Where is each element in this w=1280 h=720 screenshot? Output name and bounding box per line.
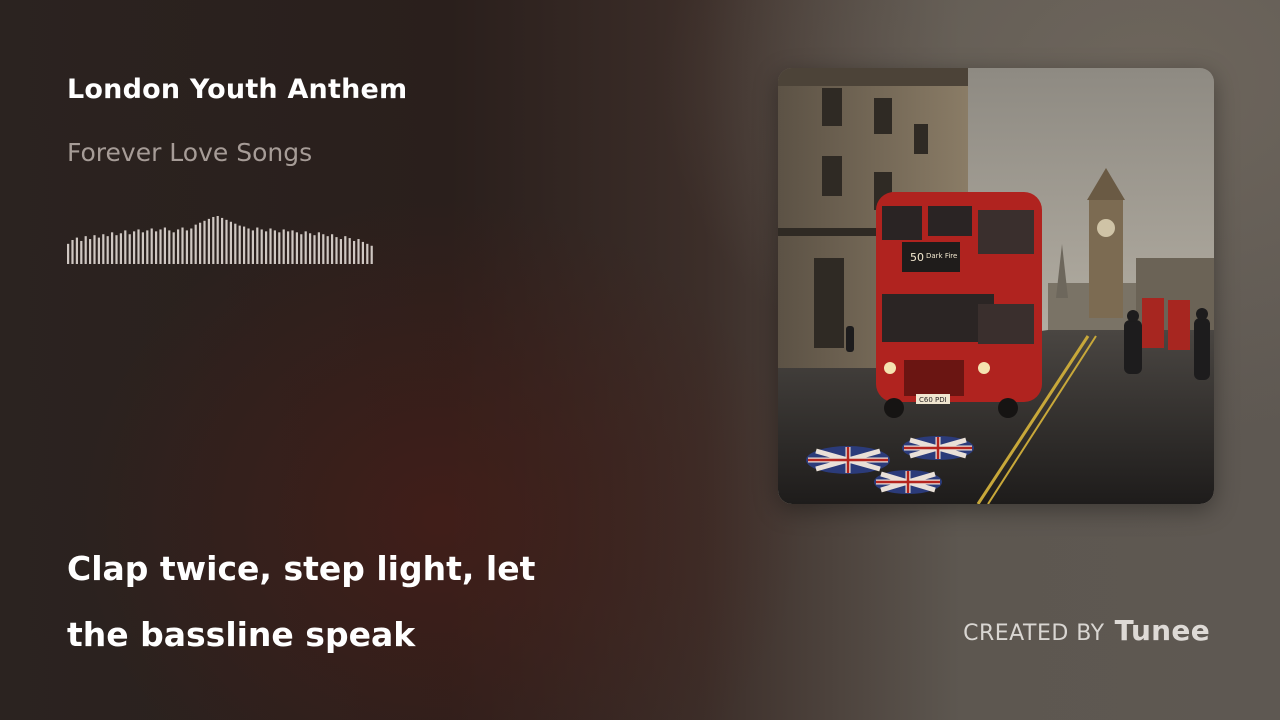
waveform-bar <box>313 235 316 264</box>
waveform-bar <box>146 230 149 264</box>
waveform-bar <box>304 231 307 264</box>
bus-route-number: 50 <box>910 251 924 264</box>
waveform-bar <box>317 232 320 264</box>
waveform-bar <box>339 239 342 264</box>
waveform-bar <box>115 235 118 264</box>
waveform-bar <box>234 223 237 264</box>
waveform-bar <box>185 230 188 264</box>
waveform-bar <box>93 235 96 264</box>
waveform-bar <box>287 231 290 264</box>
waveform-bar <box>357 239 360 264</box>
waveform-bar <box>97 237 100 264</box>
waveform-bar <box>199 222 202 264</box>
waveform-bar <box>128 234 131 264</box>
waveform-bar <box>344 236 347 264</box>
waveform-bar <box>278 232 281 264</box>
bus-destination: Dark Fire <box>926 252 957 260</box>
waveform-bar <box>335 237 338 264</box>
waveform-bar <box>291 230 294 264</box>
waveform-bar <box>216 216 219 264</box>
waveform-bar <box>155 231 158 264</box>
waveform-bar <box>295 232 298 264</box>
waveform-bar <box>181 227 184 264</box>
waveform-bar <box>353 240 356 264</box>
waveform-bar <box>348 238 351 264</box>
waveform-bar <box>212 216 215 264</box>
created-by-credit: CREATED BY Tunee <box>963 614 1210 647</box>
waveform-bar <box>273 230 276 264</box>
waveform-bar <box>366 243 369 264</box>
audio-waveform <box>67 216 373 264</box>
waveform-bar <box>163 227 166 264</box>
waveform-bar <box>229 221 232 264</box>
brand-logo: Tunee <box>1114 614 1210 647</box>
waveform-bar <box>260 229 263 264</box>
lyrics-panel: Clap twice, step light, let the bassline… <box>67 536 627 668</box>
lyric-line-next: the bassline speak <box>67 615 416 654</box>
waveform-bar <box>71 240 74 264</box>
waveform-bar <box>203 220 206 264</box>
waveform-bar <box>102 234 105 264</box>
waveform-bar <box>133 231 136 264</box>
waveform-bar <box>265 231 268 264</box>
track-title: London Youth Anthem <box>67 74 408 105</box>
waveform-bar <box>300 234 303 264</box>
waveform-bar <box>67 243 70 264</box>
waveform-bar <box>106 236 109 264</box>
waveform-bar <box>322 234 325 264</box>
waveform-bar <box>137 229 140 264</box>
waveform-bar <box>194 224 197 264</box>
waveform-bar <box>168 230 171 264</box>
waveform-bar <box>243 226 246 264</box>
waveform-bar <box>84 236 87 264</box>
created-by-label: CREATED BY <box>963 621 1105 646</box>
waveform-bar <box>331 234 334 264</box>
waveform-bar <box>159 229 162 264</box>
waveform-bar <box>269 228 272 264</box>
waveform-bar <box>124 230 127 264</box>
waveform-bar <box>190 228 193 264</box>
waveform-bar <box>247 228 250 264</box>
waveform-bar <box>225 219 228 264</box>
waveform-bar <box>150 228 153 264</box>
album-cover-art: 50 Dark Fire C60 PDI <box>778 68 1214 504</box>
waveform-bar <box>177 229 180 264</box>
waveform-bar <box>238 225 241 264</box>
waveform-bar <box>221 217 224 264</box>
waveform-bar <box>89 239 92 264</box>
lyric-line-current: Clap twice, step light, let <box>67 549 536 588</box>
waveform-bar <box>282 229 285 264</box>
waveform-bar <box>207 218 210 264</box>
waveform-bar <box>172 232 175 264</box>
waveform-bar <box>370 245 373 264</box>
waveform-bar <box>309 233 312 264</box>
waveform-bar <box>119 233 122 264</box>
waveform-bar <box>361 241 364 264</box>
waveform-bar <box>256 227 259 264</box>
waveform-bar <box>75 237 78 264</box>
waveform-bar <box>111 232 114 264</box>
album-name: Forever Love Songs <box>67 138 313 167</box>
bus-plate: C60 PDI <box>919 396 947 404</box>
waveform-bar <box>326 236 329 264</box>
waveform-bar <box>251 230 254 264</box>
waveform-bar <box>80 240 83 264</box>
waveform-bar <box>141 232 144 264</box>
